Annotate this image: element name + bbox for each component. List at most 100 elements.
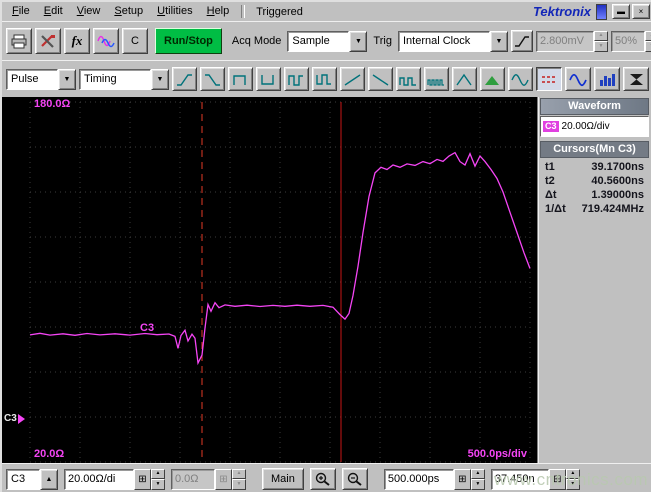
spin-down-icon[interactable]: ▼ bbox=[151, 479, 165, 490]
timebase-scale-label: 500.0ps/div bbox=[467, 448, 527, 460]
area-button[interactable] bbox=[480, 67, 505, 91]
menu-setup[interactable]: Setup bbox=[107, 3, 150, 20]
keypad-icon[interactable]: ⊞ bbox=[453, 468, 471, 490]
readout-value: 39.1700ns bbox=[591, 161, 644, 173]
vertical-offset-arrows: ▲ ▼ bbox=[232, 468, 246, 490]
menu-edit[interactable]: Edit bbox=[37, 3, 70, 20]
main-timebase-button[interactable]: Main bbox=[262, 468, 304, 490]
keypad-icon[interactable]: ⊞ bbox=[548, 468, 566, 490]
trigger-status-text: Triggered bbox=[256, 5, 303, 18]
vertical-scale-value[interactable]: 20.00Ω/di bbox=[64, 468, 134, 490]
keypad-icon[interactable]: ⊞ bbox=[134, 468, 151, 490]
frequency-button[interactable] bbox=[312, 67, 337, 91]
acq-mode-select[interactable]: Sample ▼ bbox=[287, 30, 368, 52]
tools-button[interactable] bbox=[35, 28, 61, 54]
waveform-display-button[interactable] bbox=[565, 67, 591, 91]
sine-cycle-icon bbox=[511, 73, 529, 86]
menu-help[interactable]: Help bbox=[200, 3, 237, 20]
cursors-button[interactable] bbox=[536, 67, 562, 91]
vertical-scale-spin[interactable]: 20.00Ω/di ⊞ ▲ ▼ bbox=[64, 468, 165, 490]
spin-up-icon[interactable]: ▲ bbox=[470, 468, 485, 479]
trig-source-select[interactable]: Internal Clock ▼ bbox=[397, 30, 508, 52]
channel-select[interactable]: C3 ▲ bbox=[6, 468, 58, 490]
spin-up-icon: ▲ bbox=[232, 468, 246, 479]
histogram-button[interactable] bbox=[594, 67, 620, 91]
vertical-offset-spin: 0.0Ω ⊞ ▲ ▼ bbox=[171, 468, 246, 490]
readout-value: 1.39000ns bbox=[591, 189, 644, 201]
positive-width-button[interactable] bbox=[228, 67, 253, 91]
negative-width-button[interactable] bbox=[256, 67, 281, 91]
waveform-panel-header: Waveform bbox=[540, 98, 649, 115]
formula-button[interactable]: fx bbox=[64, 28, 90, 54]
close-button[interactable]: × bbox=[632, 4, 650, 19]
fall-time-button[interactable] bbox=[200, 67, 225, 91]
trigger-level-spin: 2.800mV ▲ ▼ bbox=[535, 30, 608, 52]
trigger-percent-value: 50% bbox=[610, 30, 645, 52]
burst-width-icon bbox=[427, 78, 444, 86]
chevron-down-icon[interactable]: ▼ bbox=[349, 30, 368, 52]
channel-chip: C3 bbox=[543, 120, 559, 133]
waveform-color-button[interactable] bbox=[93, 28, 119, 54]
peak-amplitude-button[interactable] bbox=[452, 67, 477, 91]
printer-icon bbox=[11, 34, 27, 48]
measure-category-select[interactable]: Timing ▼ bbox=[79, 68, 169, 90]
area-icon bbox=[485, 75, 499, 85]
app-window: File Edit View Setup Utilities Help Trig… bbox=[0, 0, 651, 492]
negative-width-icon bbox=[261, 74, 274, 85]
trigger-slope-button[interactable] bbox=[510, 30, 533, 52]
mask-test-button[interactable] bbox=[623, 67, 649, 91]
waveform-entry-text: 20.00Ω/div bbox=[561, 121, 610, 132]
timebase-scale-value[interactable]: 500.000ps bbox=[383, 468, 454, 490]
right-panel: Waveform C3 20.00Ω/div Cursors(Mn C3) t1… bbox=[537, 97, 650, 463]
sine-cycle-button[interactable] bbox=[508, 67, 533, 91]
horizontal-position-spin[interactable]: 37.450n ⊞ ▲ ▼ bbox=[490, 468, 580, 490]
menu-file[interactable]: File bbox=[5, 3, 37, 20]
menu-view[interactable]: View bbox=[70, 3, 108, 20]
run-stop-button[interactable]: Run/Stop bbox=[155, 28, 222, 54]
readout-label: t1 bbox=[545, 161, 555, 173]
waveform-display[interactable]: 180.0Ω 20.0Ω 500.0ps/div C3 C3 bbox=[2, 97, 537, 463]
negative-slope-button[interactable] bbox=[368, 67, 393, 91]
burst-width-button[interactable] bbox=[424, 67, 449, 91]
clear-button[interactable]: C bbox=[122, 28, 148, 54]
chevron-up-icon[interactable]: ▲ bbox=[40, 468, 58, 490]
signal-type-select[interactable]: Pulse ▼ bbox=[6, 68, 76, 90]
control-bar: C3 ▲ 20.00Ω/di ⊞ ▲ ▼ 0.0Ω ⊞ ▲ ▼ Main 500… bbox=[2, 463, 651, 492]
pulse-train-button[interactable] bbox=[396, 67, 421, 91]
readout-value: 40.5600ns bbox=[591, 175, 644, 187]
tektronix-logo: Tektronix bbox=[532, 4, 591, 19]
chevron-down-icon[interactable]: ▼ bbox=[151, 68, 169, 90]
zoom-out-button[interactable] bbox=[341, 468, 368, 490]
spin-down-icon: ▼ bbox=[232, 479, 246, 490]
readout-label: Δt bbox=[545, 189, 557, 201]
signal-type-value: Pulse bbox=[6, 68, 58, 90]
positive-slope-button[interactable] bbox=[340, 67, 365, 91]
period-button[interactable] bbox=[284, 67, 309, 91]
waveform-list-entry[interactable]: C3 20.00Ω/div bbox=[540, 116, 649, 137]
channel-reference-marker[interactable]: C3 bbox=[4, 413, 25, 424]
trig-source-value: Internal Clock bbox=[397, 30, 490, 52]
positive-width-icon bbox=[233, 74, 246, 85]
chevron-down-icon[interactable]: ▼ bbox=[489, 30, 508, 52]
rise-time-button[interactable] bbox=[172, 67, 197, 91]
menu-separator bbox=[241, 5, 246, 18]
zoom-out-icon bbox=[347, 472, 362, 486]
app-logo-icon bbox=[596, 3, 607, 20]
spin-down-icon: ▼ bbox=[593, 41, 608, 52]
spin-down-icon[interactable]: ▼ bbox=[470, 479, 485, 490]
main-area: 180.0Ω 20.0Ω 500.0ps/div C3 C3 Waveform … bbox=[2, 97, 651, 463]
minimize-button[interactable]: ▬ bbox=[612, 4, 630, 19]
chevron-down-icon[interactable]: ▼ bbox=[58, 68, 76, 90]
horizontal-position-value[interactable]: 37.450n bbox=[490, 468, 549, 490]
spin-up-icon[interactable]: ▲ bbox=[565, 468, 580, 479]
spin-down-icon[interactable]: ▼ bbox=[565, 479, 580, 490]
timebase-scale-spin[interactable]: 500.000ps ⊞ ▲ ▼ bbox=[383, 468, 485, 490]
readout-label: t2 bbox=[545, 175, 555, 187]
print-button[interactable] bbox=[6, 28, 32, 54]
spin-up-icon[interactable]: ▲ bbox=[151, 468, 165, 479]
zoom-in-icon bbox=[315, 472, 330, 486]
vertical-scale-arrows: ▲ ▼ bbox=[151, 468, 165, 490]
menu-utilities[interactable]: Utilities bbox=[150, 3, 199, 20]
cursors-icon bbox=[541, 75, 557, 83]
zoom-in-button[interactable] bbox=[309, 468, 336, 490]
